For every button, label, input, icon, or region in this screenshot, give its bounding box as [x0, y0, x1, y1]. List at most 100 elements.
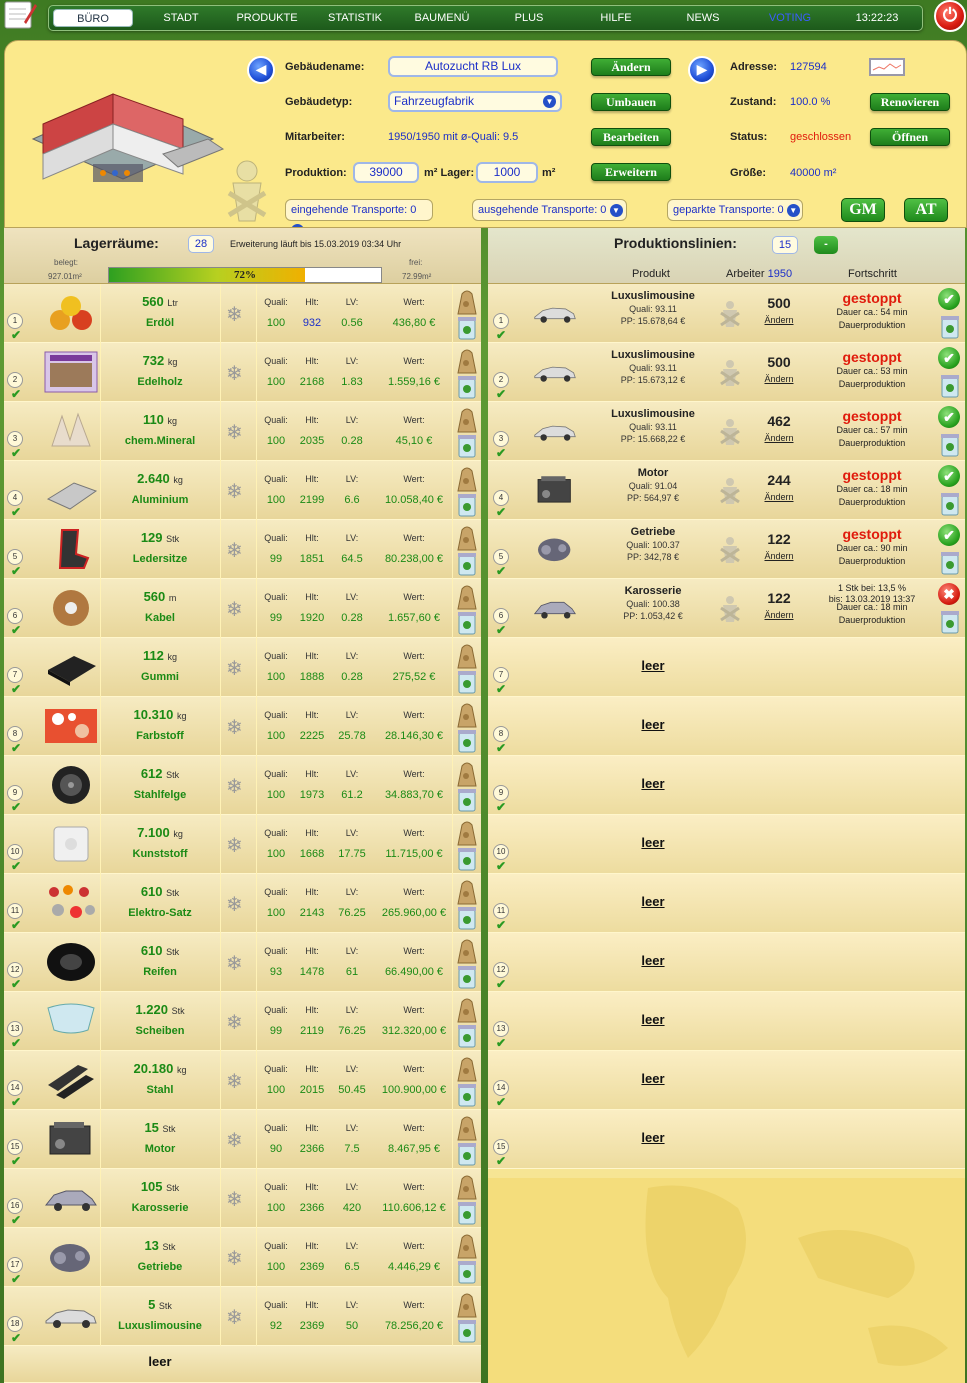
- production-line-empty[interactable]: 8 ✔ leer: [488, 697, 965, 756]
- start-icon[interactable]: ✔: [938, 347, 960, 369]
- start-icon[interactable]: ✔: [938, 288, 960, 310]
- empty-line-link[interactable]: leer: [598, 894, 708, 909]
- sell-bag-icon[interactable]: [456, 524, 478, 552]
- recycle-bin-icon[interactable]: [939, 492, 959, 516]
- production-line-empty[interactable]: 9 ✔ leer: [488, 756, 965, 815]
- snowflake-icon[interactable]: ❄: [226, 1187, 243, 1212]
- empty-line-link[interactable]: leer: [598, 1012, 708, 1027]
- snowflake-icon[interactable]: ❄: [226, 1010, 243, 1035]
- production-line-empty[interactable]: 14 ✔ leer: [488, 1051, 965, 1110]
- sell-bag-icon[interactable]: [456, 465, 478, 493]
- production-line-empty[interactable]: 15 ✔ leer: [488, 1110, 965, 1169]
- empty-line-link[interactable]: leer: [598, 717, 708, 732]
- recycle-bin-icon[interactable]: [456, 1083, 478, 1107]
- change-workers-link[interactable]: Ändern: [750, 551, 808, 561]
- snowflake-icon[interactable]: ❄: [226, 1069, 243, 1094]
- change-workers-link[interactable]: Ändern: [750, 433, 808, 443]
- nav-baumenue[interactable]: BAUMENÜ: [402, 6, 482, 30]
- gm-button[interactable]: GM: [841, 198, 885, 222]
- sell-bag-icon[interactable]: [456, 819, 478, 847]
- empty-line-link[interactable]: leer: [598, 953, 708, 968]
- start-icon[interactable]: ✔: [938, 406, 960, 428]
- sell-bag-icon[interactable]: [456, 701, 478, 729]
- change-workers-link[interactable]: Ändern: [750, 374, 808, 384]
- recycle-bin-icon[interactable]: [456, 1024, 478, 1048]
- empty-line-link[interactable]: leer: [598, 1071, 708, 1086]
- sell-bag-icon[interactable]: [456, 1232, 478, 1260]
- snowflake-icon[interactable]: ❄: [226, 833, 243, 858]
- recycle-bin-icon[interactable]: [456, 1201, 478, 1225]
- recycle-bin-icon[interactable]: [456, 1142, 478, 1166]
- snowflake-icon[interactable]: ❄: [226, 951, 243, 976]
- sell-bag-icon[interactable]: [456, 406, 478, 434]
- recycle-bin-icon[interactable]: [939, 374, 959, 398]
- recycle-bin-icon[interactable]: [456, 847, 478, 871]
- recycle-bin-icon[interactable]: [456, 906, 478, 930]
- incoming-transports[interactable]: eingehende Transporte: 0 ▼: [285, 199, 433, 227]
- notepad-icon[interactable]: [2, 0, 38, 30]
- rebuild-button[interactable]: Umbauen: [591, 93, 671, 111]
- recycle-bin-icon[interactable]: [456, 1260, 478, 1284]
- nav-statistik[interactable]: STATISTIK: [315, 6, 395, 30]
- snowflake-icon[interactable]: ❄: [226, 361, 243, 386]
- production-line-empty[interactable]: 12 ✔ leer: [488, 933, 965, 992]
- production-line-empty[interactable]: 7 ✔ leer: [488, 638, 965, 697]
- storage-input[interactable]: 1000: [476, 162, 538, 183]
- recycle-bin-icon[interactable]: [456, 552, 478, 576]
- empty-line-link[interactable]: leer: [598, 658, 708, 673]
- prev-building-button[interactable]: ◀: [247, 56, 275, 84]
- sell-bag-icon[interactable]: [456, 288, 478, 316]
- sell-bag-icon[interactable]: [456, 1055, 478, 1083]
- production-input[interactable]: 39000: [353, 162, 419, 183]
- nav-stadt[interactable]: STADT: [141, 6, 221, 30]
- building-name-input[interactable]: Autozucht RB Lux: [388, 56, 558, 77]
- sell-bag-icon[interactable]: [456, 1291, 478, 1319]
- nav-buero[interactable]: BÜRO: [53, 9, 133, 27]
- snowflake-icon[interactable]: ❄: [226, 774, 243, 799]
- snowflake-icon[interactable]: ❄: [226, 1246, 243, 1271]
- snowflake-icon[interactable]: ❄: [226, 538, 243, 563]
- edit-staff-button[interactable]: Bearbeiten: [591, 128, 671, 146]
- recycle-bin-icon[interactable]: [456, 493, 478, 517]
- start-icon[interactable]: ✔: [938, 465, 960, 487]
- stop-icon[interactable]: ✖: [938, 583, 960, 605]
- recycle-bin-icon[interactable]: [456, 611, 478, 635]
- sell-bag-icon[interactable]: [456, 583, 478, 611]
- recycle-bin-icon[interactable]: [939, 551, 959, 575]
- snowflake-icon[interactable]: ❄: [226, 1128, 243, 1153]
- change-workers-link[interactable]: Ändern: [750, 492, 808, 502]
- recycle-bin-icon[interactable]: [456, 375, 478, 399]
- sell-bag-icon[interactable]: [456, 996, 478, 1024]
- recycle-bin-icon[interactable]: [456, 316, 478, 340]
- recycle-bin-icon[interactable]: [939, 433, 959, 457]
- production-line-empty[interactable]: 11 ✔ leer: [488, 874, 965, 933]
- sell-bag-icon[interactable]: [456, 1173, 478, 1201]
- sell-bag-icon[interactable]: [456, 347, 478, 375]
- chart-icon[interactable]: [869, 58, 905, 76]
- empty-line-link[interactable]: leer: [598, 1130, 708, 1145]
- change-workers-link[interactable]: Ändern: [750, 315, 808, 325]
- snowflake-icon[interactable]: ❄: [226, 892, 243, 917]
- nav-produkte[interactable]: PRODUKTE: [227, 6, 307, 30]
- start-icon[interactable]: ✔: [938, 524, 960, 546]
- snowflake-icon[interactable]: ❄: [226, 597, 243, 622]
- empty-line-link[interactable]: leer: [598, 776, 708, 791]
- empty-line-link[interactable]: leer: [598, 835, 708, 850]
- recycle-bin-icon[interactable]: [939, 315, 959, 339]
- recycle-bin-icon[interactable]: [456, 965, 478, 989]
- outgoing-transports[interactable]: ausgehende Transporte: 0 ▼: [472, 199, 627, 221]
- snowflake-icon[interactable]: ❄: [226, 420, 243, 445]
- expand-button[interactable]: Erweitern: [591, 163, 671, 181]
- sell-bag-icon[interactable]: [456, 760, 478, 788]
- nav-news[interactable]: NEWS: [663, 6, 743, 30]
- open-button[interactable]: Öffnen: [870, 128, 950, 146]
- recycle-bin-icon[interactable]: [456, 1319, 478, 1343]
- snowflake-icon[interactable]: ❄: [226, 302, 243, 327]
- sell-bag-icon[interactable]: [456, 642, 478, 670]
- power-icon[interactable]: ⏻: [934, 0, 966, 32]
- sell-bag-icon[interactable]: [456, 878, 478, 906]
- change-name-button[interactable]: Ändern: [591, 58, 671, 76]
- building-type-select[interactable]: Fahrzeugfabrik ▼: [388, 91, 562, 112]
- renovate-button[interactable]: Renovieren: [870, 93, 950, 111]
- change-workers-link[interactable]: Ändern: [750, 610, 808, 620]
